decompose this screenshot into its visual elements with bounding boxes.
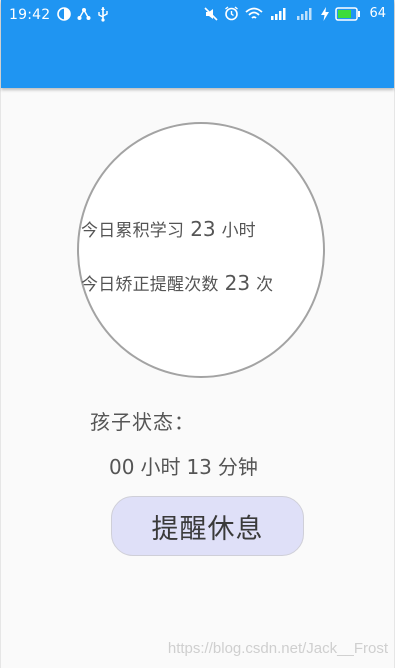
- study-time-unit: 小时: [221, 221, 256, 241]
- charging-bolt-icon: [321, 6, 330, 21]
- share-icon: [77, 7, 91, 21]
- app-screen: 19:42 64 今日累积学习 23 小时 今日矫正提醒次数 23 次 孩子状态…: [0, 0, 395, 668]
- alarm-icon: [224, 6, 239, 21]
- reminder-count-label: 今日矫正提醒次数: [81, 275, 219, 295]
- app-bar: 19:42 64: [1, 0, 394, 88]
- child-status-duration: 00 小时 13 分钟: [109, 451, 264, 480]
- status-left-icons: [57, 6, 109, 22]
- reminder-count-line: 今日矫正提醒次数 23 次: [81, 270, 273, 295]
- study-time-label: 今日累积学习: [81, 221, 185, 241]
- status-bar: 19:42 64: [1, 0, 394, 30]
- duration-hours-value: 00: [109, 455, 135, 479]
- signal-4g-icon: [269, 7, 289, 21]
- child-status-label: 孩子状态：: [90, 410, 195, 434]
- duration-minutes-unit: 分钟: [217, 455, 258, 479]
- reminder-count-unit: 次: [256, 275, 274, 295]
- status-time: 19:42: [9, 7, 51, 23]
- reminder-count-value: 23: [224, 271, 251, 295]
- battery-level: 64: [369, 6, 386, 21]
- watermark-text: https://blog.csdn.net/Jack__Frost: [167, 640, 388, 657]
- status-right-icons: 64: [204, 6, 386, 21]
- study-time-value: 23: [190, 217, 216, 241]
- wifi-icon: [245, 7, 264, 21]
- duration-minutes-value: 13: [186, 455, 212, 479]
- remind-rest-button[interactable]: 提醒休息: [111, 496, 304, 556]
- half-circle-icon: [57, 7, 71, 21]
- study-time-line: 今日累积学习 23 小时: [81, 216, 256, 241]
- battery-icon: [335, 6, 361, 21]
- signal-weak-icon: [295, 7, 315, 21]
- duration-hours-unit: 小时: [140, 455, 181, 479]
- usb-icon: [97, 6, 109, 22]
- mute-icon: [204, 6, 219, 21]
- daily-stats-circle: 今日累积学习 23 小时 今日矫正提醒次数 23 次: [77, 122, 325, 378]
